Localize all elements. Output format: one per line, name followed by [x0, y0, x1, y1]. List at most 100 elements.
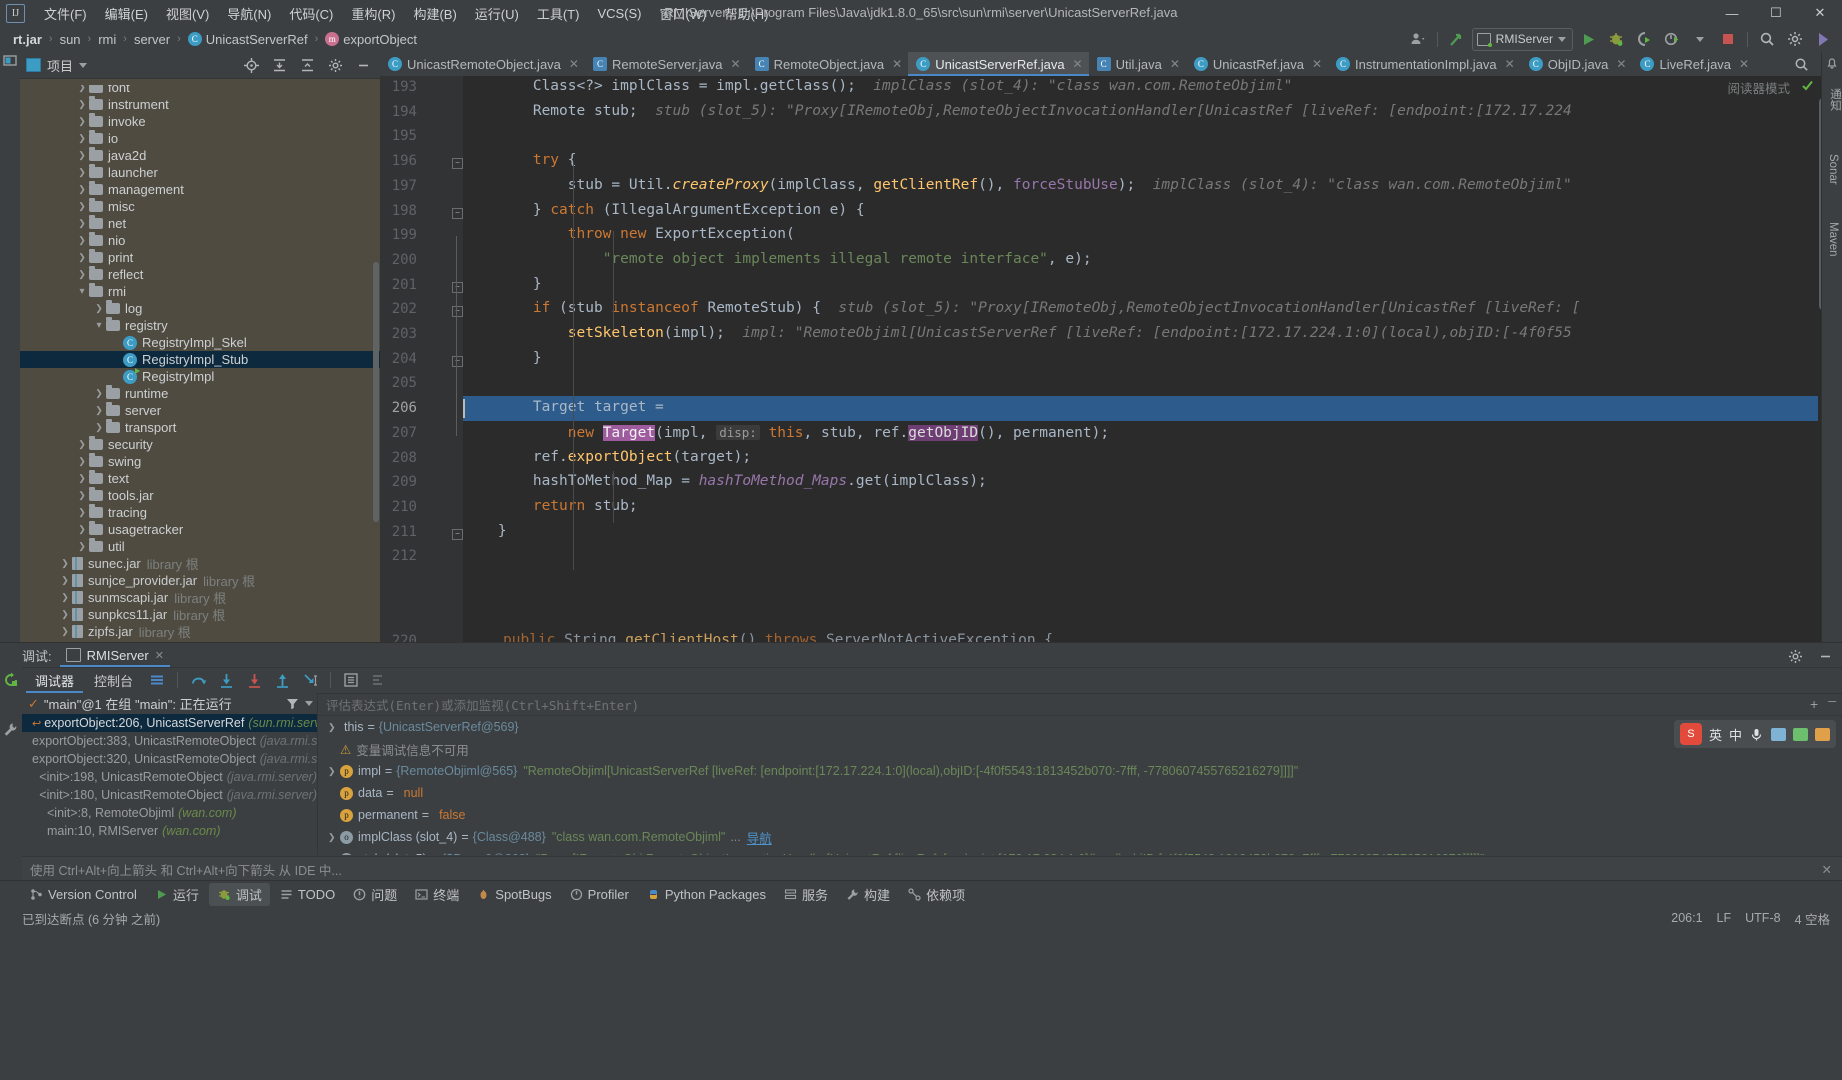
run-configuration-selector[interactable]: RMIServer [1471, 27, 1573, 51]
chevron-right-icon[interactable]: ❯ [58, 609, 72, 620]
tree-node[interactable]: ❯ launcher [20, 164, 380, 181]
expand-all-icon[interactable] [266, 54, 292, 76]
notifications-bell-icon[interactable] [1825, 56, 1839, 70]
stack-frame-row[interactable]: exportObject:383, UnicastRemoteObject (ja… [22, 732, 317, 750]
chevron-right-icon[interactable]: ❯ [328, 854, 340, 856]
tree-node[interactable]: ❯ sunjce_provider.jar library 根 [20, 572, 380, 589]
chevron-right-icon[interactable]: ❯ [92, 405, 106, 416]
menu-refactor[interactable]: 重构(R) [342, 2, 404, 25]
search-in-tabs-icon[interactable] [1788, 53, 1814, 75]
variable-row[interactable]: ❯ o implClass (slot_4) = {Class@488} "class w… [318, 826, 1842, 848]
minimize-button[interactable]: — [1710, 0, 1754, 26]
tab-debugger[interactable]: 调试器 [26, 668, 83, 693]
ai-assistant-icon[interactable] [1810, 28, 1836, 50]
menu-tools[interactable]: 工具(T) [528, 2, 589, 25]
code-folding-marker[interactable]: − [452, 306, 463, 318]
update-project-icon[interactable] [1444, 28, 1470, 50]
chevron-right-icon[interactable]: ❯ [75, 456, 89, 467]
chevron-right-icon[interactable]: ❯ [75, 99, 89, 110]
variable-row[interactable]: ❯o stub (slot_5) = {$Proxy0@863} "Proxy[IRem… [318, 848, 1842, 855]
chevron-right-icon[interactable]: ❯ [92, 303, 106, 314]
step-into-icon[interactable] [213, 669, 239, 691]
close-icon[interactable]: ✕ [1822, 862, 1832, 877]
keyboard-icon[interactable] [1771, 727, 1786, 741]
bottom-tool-profiler[interactable]: Profiler [562, 885, 637, 904]
close-icon[interactable]: ✕ [892, 57, 902, 71]
file-encoding[interactable]: UTF-8 [1745, 911, 1780, 925]
sonar-tool-label[interactable]: Sonar [1827, 154, 1839, 185]
variable-row[interactable]: ⚠ 变量调试信息不可用 [318, 738, 1842, 760]
collapse-vars-icon[interactable]: ─ [1828, 696, 1836, 712]
code-folding-marker[interactable]: − [452, 528, 463, 540]
project-tool-icon[interactable] [3, 54, 17, 68]
close-icon[interactable]: ✕ [1739, 57, 1749, 71]
settings-gear-icon[interactable] [1782, 645, 1808, 667]
bottom-tool-运行[interactable]: 运行 [147, 883, 207, 906]
chevron-right-icon[interactable]: ❯ [75, 473, 89, 484]
stack-frame-row[interactable]: exportObject:320, UnicastRemoteObject (ja… [22, 750, 317, 768]
bottom-tool-终端[interactable]: 终端 [407, 883, 467, 906]
settings-gear-icon[interactable] [1782, 28, 1808, 50]
bottom-tool-version-control[interactable]: Version Control [22, 885, 145, 904]
bottom-tool-问题[interactable]: 问题 [345, 883, 405, 906]
breadcrumb-item-rtjar[interactable]: rt.jar [10, 31, 45, 48]
close-icon[interactable]: ✕ [1616, 57, 1626, 71]
filter-icon[interactable] [286, 697, 299, 710]
tree-node[interactable]: ❯ io [20, 130, 380, 147]
breadcrumb-item-method[interactable]: m exportObject [322, 31, 420, 48]
caret-position[interactable]: 206:1 [1671, 911, 1702, 925]
chevron-right-icon[interactable]: ❯ [75, 490, 89, 501]
code-folding-marker[interactable]: − [452, 281, 463, 293]
mic-icon[interactable] [1749, 727, 1764, 742]
run-with-coverage-icon[interactable] [1631, 28, 1657, 50]
editor-tab[interactable]: C RemoteObject.java ✕ [747, 52, 909, 76]
tree-node[interactable]: ❯ log [20, 300, 380, 317]
chevron-right-icon[interactable]: ❯ [92, 388, 106, 399]
menu-view[interactable]: 视图(V) [157, 2, 218, 25]
tree-node[interactable]: ❯ text [20, 470, 380, 487]
breadcrumb-item-rmi[interactable]: rmi [95, 31, 119, 48]
layout-icon[interactable] [144, 669, 170, 691]
search-everywhere-icon[interactable] [1754, 28, 1780, 50]
breadcrumb-item-class[interactable]: C UnicastServerRef [185, 31, 311, 48]
bottom-tool-spotbugs[interactable]: SpotBugs [469, 885, 559, 904]
stack-frame-row[interactable]: ↩ exportObject:206, UnicastServerRef (sun.… [22, 714, 317, 732]
variable-row[interactable]: ❯ this = {UnicastServerRef@569} [318, 716, 1842, 738]
chevron-right-icon[interactable]: ❯ [75, 524, 89, 535]
tools-icon[interactable] [1815, 727, 1830, 741]
ime-punct-label[interactable]: 中 [1729, 725, 1742, 744]
line-separator[interactable]: LF [1717, 911, 1732, 925]
notifications-tool-label[interactable]: 通知 [1827, 88, 1842, 111]
bottom-tool-todo[interactable]: TODO [272, 885, 343, 904]
evaluate-expression-field[interactable]: 评估表达式(Enter)或添加监视(Ctrl+Shift+Enter) + ─ [318, 693, 1842, 716]
debug-button[interactable] [1603, 28, 1629, 50]
tree-node[interactable]: ▾ rmi [20, 283, 380, 300]
editor-tab[interactable]: C LiveRef.java ✕ [1632, 52, 1755, 76]
breadcrumb-item-server[interactable]: server [131, 31, 173, 48]
sogou-logo-icon[interactable]: S [1679, 723, 1702, 745]
force-step-into-icon[interactable] [241, 669, 267, 691]
bottom-tool-服务[interactable]: 服务 [776, 883, 836, 906]
evaluate-expression-icon[interactable] [338, 669, 364, 691]
bottom-tool-python-packages[interactable]: Python Packages [639, 885, 774, 904]
chevron-down-icon[interactable] [305, 701, 313, 706]
chevron-right-icon[interactable]: ❯ [58, 592, 72, 603]
maximize-button[interactable]: ☐ [1754, 0, 1798, 26]
variable-row[interactable]: p data = null [318, 782, 1842, 804]
tree-node[interactable]: C RegistryImpl [20, 367, 380, 385]
chevron-right-icon[interactable]: ❯ [58, 558, 72, 569]
tree-node[interactable]: ❯ invoke [20, 113, 380, 130]
tree-node[interactable]: ❯ font [20, 85, 380, 96]
close-icon[interactable]: ✕ [1312, 57, 1322, 71]
step-over-icon[interactable] [185, 669, 211, 691]
chevron-right-icon[interactable]: ❯ [75, 85, 89, 93]
stack-frame-row[interactable]: <init>:180, UnicastRemoteObject (java.rmi… [22, 786, 317, 804]
editor-tab[interactable]: C RemoteServer.java ✕ [585, 52, 747, 76]
menu-code[interactable]: 代码(C) [280, 2, 342, 25]
menu-navigate[interactable]: 导航(N) [218, 2, 280, 25]
indent-size[interactable]: 4 空格 [1795, 909, 1830, 928]
editor-gutter[interactable]: 193 194 195 196 − 197 198 − 199 200 201 − 202 − 203 204… [380, 76, 463, 642]
hide-panel-icon[interactable] [1812, 645, 1838, 667]
tab-console[interactable]: 控制台 [85, 668, 142, 693]
close-icon[interactable]: ✕ [155, 649, 164, 662]
